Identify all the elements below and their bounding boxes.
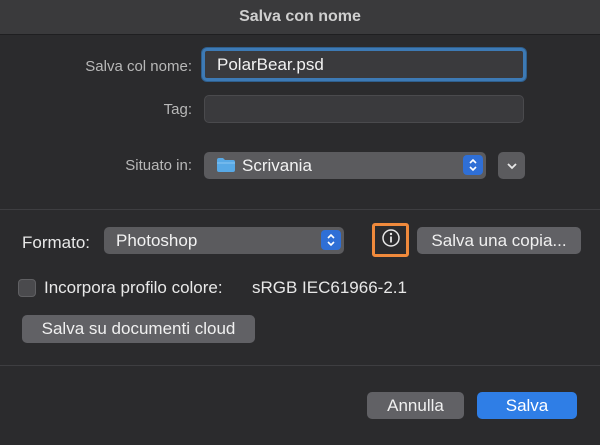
up-down-chevron-icon bbox=[321, 230, 341, 250]
location-value: Scrivania bbox=[242, 155, 312, 175]
filename-input[interactable]: PolarBear.psd bbox=[202, 48, 526, 81]
embed-profile-checkbox[interactable] bbox=[18, 279, 36, 297]
up-down-chevron-icon bbox=[463, 155, 483, 175]
save-as-label: Salva col nome: bbox=[85, 58, 192, 75]
filename-value: PolarBear.psd bbox=[217, 54, 324, 74]
embed-profile-value: sRGB IEC61966-2.1 bbox=[252, 278, 407, 297]
save-cloud-button[interactable]: Salva su documenti cloud bbox=[22, 315, 255, 343]
divider bbox=[0, 365, 600, 366]
save-button[interactable]: Salva bbox=[477, 392, 577, 419]
chevron-down-icon bbox=[506, 157, 518, 175]
save-as-dialog: Salva con nome Salva col nome: PolarBear… bbox=[0, 0, 600, 445]
format-label: Formato: bbox=[22, 233, 91, 252]
save-copy-button[interactable]: Salva una copia... bbox=[417, 227, 581, 254]
divider bbox=[0, 209, 600, 210]
format-info-button[interactable] bbox=[372, 223, 409, 257]
info-icon bbox=[381, 228, 401, 253]
expand-browser-button[interactable] bbox=[498, 152, 525, 179]
location-popup[interactable]: Scrivania bbox=[204, 152, 486, 179]
folder-icon bbox=[216, 157, 236, 173]
tags-label: Tag: bbox=[163, 101, 192, 118]
format-popup[interactable]: Photoshop bbox=[104, 227, 344, 254]
embed-profile-label: Incorpora profilo colore: bbox=[44, 278, 223, 297]
format-value: Photoshop bbox=[116, 230, 198, 250]
location-label: Situato in: bbox=[125, 157, 192, 174]
dialog-title: Salva con nome bbox=[0, 0, 600, 35]
cancel-button[interactable]: Annulla bbox=[367, 392, 464, 419]
tags-input[interactable] bbox=[204, 95, 524, 123]
